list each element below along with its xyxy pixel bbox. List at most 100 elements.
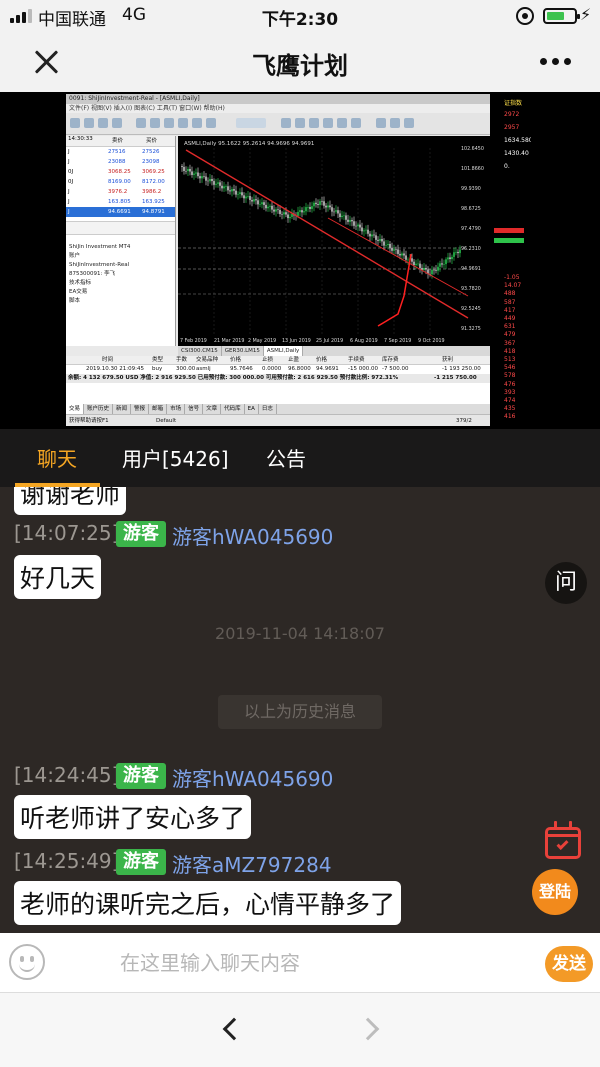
message-username[interactable]: 游客aMZ797284 [172, 849, 332, 878]
candle-body [261, 202, 263, 205]
candle-body [361, 227, 363, 232]
date-axis-label: 21 Mar 2019 [214, 338, 244, 344]
market-watch-row: J 163.805 163.925 [66, 197, 175, 207]
tab-users[interactable]: 用户[5426] [122, 443, 229, 472]
price-axis-label: 94.9691 [461, 266, 481, 272]
date-axis-label: 7 Sep 2019 [384, 338, 411, 344]
candle-body [381, 239, 383, 242]
candle-body [369, 233, 371, 237]
candle-body [371, 234, 373, 237]
market-watch-row: J 3976.2 3986.2 [66, 187, 175, 197]
market-watch-symbol: J [68, 189, 70, 195]
market-watch-bid: 3068.25 [108, 169, 131, 175]
date-axis-label: 25 Jul 2019 [316, 338, 343, 344]
candle-body [197, 172, 199, 177]
status-bar: 中国联通 4G 下午2:30 ⚡ [0, 0, 600, 32]
live-video-player[interactable]: 0091: ShiJinInvestment-Real - [ASMLI,Dai… [0, 92, 600, 429]
login-button[interactable]: 登陆 [532, 869, 578, 915]
candle-body [255, 199, 257, 201]
guest-badge: 游客 [116, 763, 166, 789]
market-watch-symbol: J [68, 149, 70, 155]
terminal-header-cell: 止盈 [288, 357, 300, 363]
mt4-window-title: 0091: ShiJinInvestment-Real - [ASMLI,Dai… [66, 94, 531, 104]
ask-question-button[interactable]: 问 [545, 562, 587, 604]
terminal-header-cell: 类型 [152, 357, 164, 363]
price-axis-label: 92.5245 [461, 306, 481, 312]
candle-body [187, 168, 189, 172]
chat-message-list[interactable]: 谢谢老师 [14:07:25] 游客 游客hWA045690 好几天 问 201… [0, 487, 600, 933]
candle-body [349, 220, 351, 222]
terminal-tab: 新闻 [113, 404, 132, 414]
terminal-panel: 时间 类型 手数 交易品种 价格 止损 止盈 价格 手续费 库存费 获利 2019.10.30 21… [66, 356, 490, 426]
candle-body [419, 263, 421, 268]
market-watch-symbol: J [68, 159, 70, 165]
quote-strip-bar [494, 238, 524, 243]
charging-icon: ⚡ [580, 5, 592, 24]
price-axis-label: 98.6725 [461, 206, 481, 212]
date-axis-label: 6 Aug 2019 [350, 338, 378, 344]
market-watch-bid: 94.6691 [108, 209, 131, 215]
candle-body [253, 199, 255, 202]
market-watch-symbol: 0J [68, 169, 74, 175]
tab-chat[interactable]: 聊天 [37, 443, 77, 472]
quote-strip-value: 546 [504, 364, 516, 372]
candle-body [311, 206, 313, 209]
chart-tab: ASMLI,Daily [263, 346, 304, 356]
candle-body [431, 269, 433, 275]
navigator-item: ShiJin Investment MT4 [69, 244, 131, 250]
terminal-tab: 日志 [259, 404, 277, 414]
chat-input[interactable] [120, 947, 500, 979]
candle-body [351, 220, 353, 222]
candle-body [235, 190, 237, 195]
candle-body [405, 255, 407, 260]
navigator-item: 账户 [69, 253, 81, 259]
quote-strip-value: 418 [504, 347, 516, 355]
candle-body [329, 205, 331, 208]
calendar-checkin-icon[interactable] [545, 821, 581, 859]
more-options-icon[interactable] [535, 58, 575, 68]
market-watch-ask: 163.925 [142, 199, 165, 205]
candle-body [249, 196, 251, 200]
candle-body [277, 209, 279, 210]
market-watch-symbol: 0J [68, 179, 74, 185]
terminal-cell: 2019.10.30 21:09:45 [86, 366, 144, 372]
forward-arrow-icon[interactable] [356, 1017, 380, 1041]
send-button[interactable]: 发送 [545, 946, 593, 982]
terminal-header-cell: 手续费 [348, 357, 365, 363]
quote-strip-value: 435 [504, 405, 516, 413]
market-watch-row: J 94.6691 94.8791 [66, 207, 175, 217]
candle-body [213, 181, 215, 185]
candle-body [283, 212, 285, 215]
candle-body [377, 239, 379, 241]
chart-tab: GER30.LM15 [222, 346, 264, 356]
navigator-item: 875300091: 李飞 [69, 271, 116, 277]
message-username[interactable]: 游客hWA045690 [172, 763, 333, 792]
candle-body [391, 247, 393, 251]
candle-body [269, 205, 271, 207]
candle-body [453, 252, 455, 257]
back-arrow-icon[interactable] [222, 1017, 246, 1041]
market-watch-symbol: J [68, 209, 70, 215]
chat-input-bar: 发送 [0, 933, 600, 993]
candle-body [385, 245, 387, 246]
quote-strip-value: 479 [504, 331, 516, 339]
quote-strip-bar [494, 228, 524, 233]
emoji-icon[interactable] [9, 944, 45, 980]
mt4-toolbar [66, 113, 531, 135]
candle-body [243, 195, 245, 199]
tab-announcements[interactable]: 公告 [266, 443, 306, 472]
price-axis-label: 91.3275 [461, 326, 481, 332]
candle-body [305, 207, 307, 212]
price-chart: ASMLI,Daily 95.1622 95.2614 94.9696 94.9… [178, 136, 490, 346]
candle-body [189, 168, 191, 172]
date-axis-label: 2 May 2019 [248, 338, 276, 344]
candle-body [291, 213, 293, 217]
date-axis-label: 7 Feb 2019 [180, 338, 207, 344]
candle-body [457, 251, 459, 254]
candle-body [337, 210, 339, 214]
message-username[interactable]: 游客hWA045690 [172, 521, 333, 550]
candle-body [441, 263, 443, 265]
status-profile: Default [156, 418, 177, 424]
price-axis-label: 96.2310 [461, 246, 481, 252]
candle-body [211, 179, 213, 182]
